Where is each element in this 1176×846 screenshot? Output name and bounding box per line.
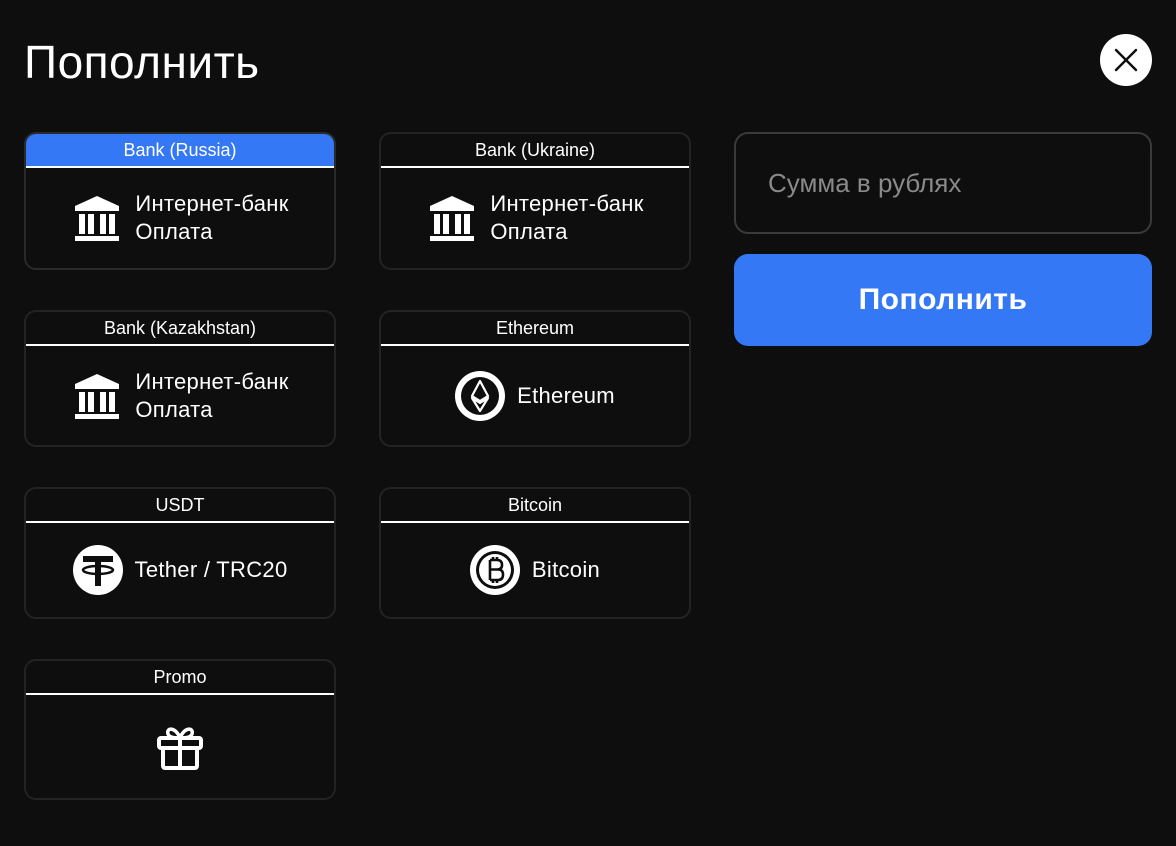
method-label-line1: Интернет-банк	[490, 191, 644, 216]
method-category: Bitcoin	[381, 489, 689, 523]
gift-icon	[157, 727, 203, 770]
method-label: Ethereum	[517, 382, 615, 408]
deposit-modal: Пополнить Bank (Russia) Интернет-банк Оп…	[0, 0, 1176, 846]
close-button[interactable]	[1100, 34, 1152, 86]
ethereum-icon	[455, 370, 506, 421]
deposit-submit-button[interactable]: Пополнить	[734, 254, 1152, 346]
method-label: Bitcoin	[531, 557, 601, 582]
amount-input[interactable]	[734, 132, 1152, 234]
page-title: Пополнить	[24, 36, 260, 88]
method-category: Bank (Russia)	[26, 134, 334, 168]
method-label-line2: Оплата	[135, 396, 213, 422]
method-card-bank-kazakhstan[interactable]: Bank (Kazakhstan) Интернет-банк Оплата	[24, 310, 336, 447]
tether-icon	[72, 545, 123, 595]
method-category: Bank (Ukraine)	[381, 134, 689, 168]
method-category: Promo	[26, 661, 334, 695]
method-category: Ethereum	[381, 312, 689, 346]
method-card-bitcoin[interactable]: Bitcoin Bitcoin	[379, 487, 691, 619]
method-label-line1: Интернет-банк	[135, 368, 289, 394]
method-label-line2: Оплата	[490, 219, 568, 244]
method-card-bank-ukraine[interactable]: Bank (Ukraine) Интернет-банк Оплата	[379, 132, 691, 270]
method-label-line2: Оплата	[135, 219, 213, 244]
bank-icon	[75, 373, 120, 419]
method-label-line1: Интернет-банк	[135, 191, 289, 216]
method-card-bank-russia[interactable]: Bank (Russia) Интернет-банк Оплата	[24, 132, 336, 270]
close-icon	[1114, 48, 1138, 72]
method-card-usdt[interactable]: USDT Tether / TRC20	[24, 487, 336, 619]
method-category: Bank (Kazakhstan)	[26, 312, 334, 346]
method-label: Tether / TRC20	[134, 557, 288, 582]
method-category: USDT	[26, 489, 334, 523]
bitcoin-icon	[469, 545, 520, 595]
bank-icon	[75, 196, 120, 241]
bank-icon	[430, 196, 475, 241]
method-card-promo[interactable]: Promo	[24, 659, 336, 800]
method-card-ethereum[interactable]: Ethereum Ethereum	[379, 310, 691, 447]
